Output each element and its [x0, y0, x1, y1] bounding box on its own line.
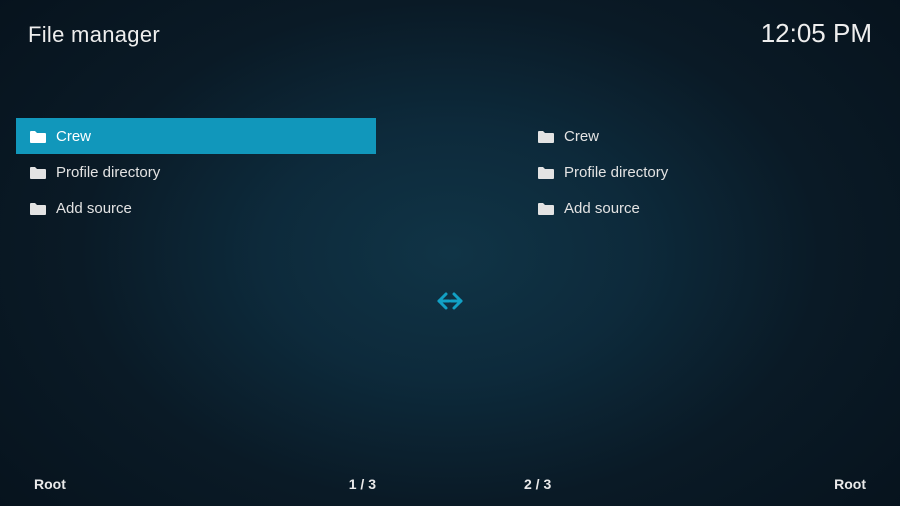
folder-icon	[538, 130, 554, 143]
folder-icon	[538, 202, 554, 215]
right-path: Root	[834, 476, 866, 492]
clock: 12:05 PM	[761, 18, 872, 49]
list-item[interactable]: Profile directory	[16, 154, 376, 190]
right-footer: 2 / 3 Root	[524, 476, 866, 492]
footer-bar: Root 1 / 3 2 / 3 Root	[34, 476, 866, 492]
list-item[interactable]: Crew	[16, 118, 376, 154]
list-item[interactable]: Profile directory	[524, 154, 884, 190]
footer-gap	[376, 476, 524, 492]
left-footer: Root 1 / 3	[34, 476, 376, 492]
divider	[376, 118, 524, 470]
list-item[interactable]: Add source	[524, 190, 884, 226]
left-panel: Crew Profile directory Add source	[16, 118, 376, 470]
left-path: Root	[34, 476, 66, 492]
list-item-label: Add source	[564, 200, 640, 217]
right-panel: Crew Profile directory Add source	[524, 118, 884, 470]
header-bar: File manager 12:05 PM	[28, 18, 872, 49]
list-item-label: Crew	[56, 128, 91, 145]
list-item-label: Profile directory	[56, 164, 160, 181]
list-item-label: Crew	[564, 128, 599, 145]
list-item[interactable]: Add source	[16, 190, 376, 226]
list-item[interactable]: Crew	[524, 118, 884, 154]
folder-icon	[30, 202, 46, 215]
left-position: 1 / 3	[349, 476, 376, 492]
file-manager-screen: File manager 12:05 PM Crew Profile direc…	[0, 0, 900, 506]
folder-icon	[30, 166, 46, 179]
list-item-label: Add source	[56, 200, 132, 217]
page-title: File manager	[28, 22, 160, 48]
list-item-label: Profile directory	[564, 164, 668, 181]
transfer-arrows-icon	[432, 289, 468, 313]
right-position: 2 / 3	[524, 476, 551, 492]
folder-icon	[538, 166, 554, 179]
folder-icon	[30, 130, 46, 143]
panels: Crew Profile directory Add source	[16, 118, 884, 470]
